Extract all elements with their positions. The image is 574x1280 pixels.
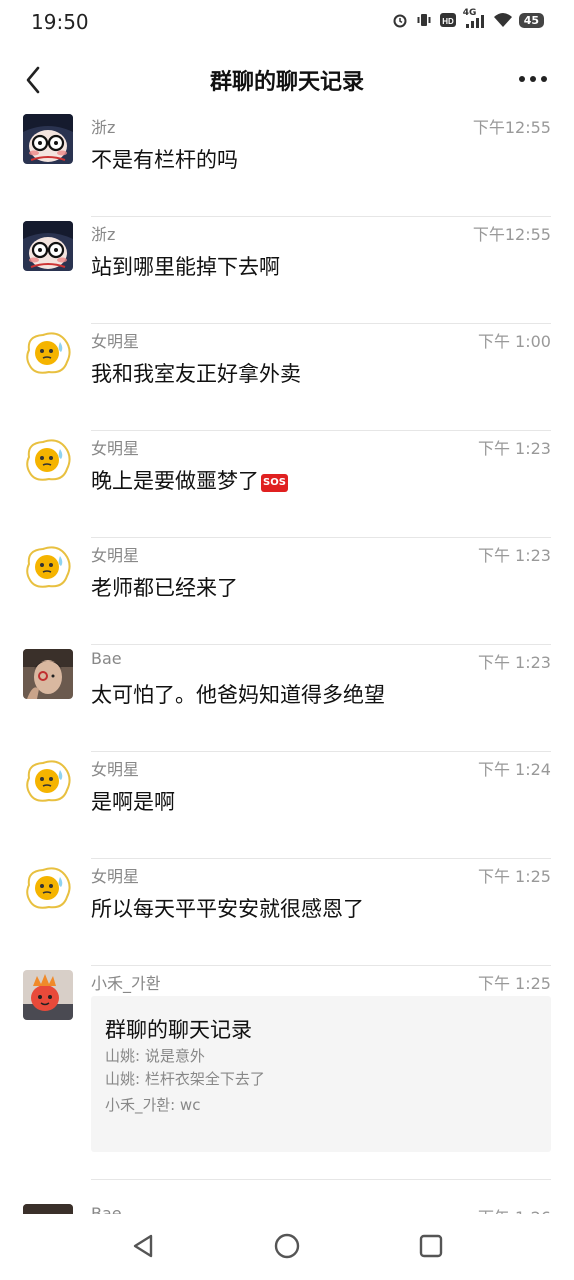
avatar-egg[interactable] — [23, 542, 73, 592]
message-text: 是啊是啊 — [91, 790, 175, 814]
circle-home-icon[interactable] — [271, 1230, 303, 1262]
avatar-anime-glasses[interactable] — [23, 221, 73, 271]
system-nav-bar — [0, 1214, 574, 1280]
header-bar: 群聊的聊天记录 — [0, 50, 574, 110]
sender-name: Bae — [91, 1204, 122, 1214]
message-time: 下午 1:23 — [477, 546, 551, 565]
sender-name: 女明星 — [91, 867, 140, 886]
message-time: 下午 1:23 — [477, 439, 551, 458]
avatar-egg[interactable] — [23, 863, 73, 913]
svg-text:HD: HD — [442, 17, 454, 26]
avatar-egg[interactable] — [23, 756, 73, 806]
triangle-back-icon[interactable] — [127, 1230, 159, 1262]
message-item[interactable]: Bae 下午 1:23 太可怕了。他爸妈知道得多绝望 — [0, 645, 574, 752]
avatar-egg[interactable] — [23, 328, 73, 378]
message-list[interactable]: 浙z 下午12:55 不是有栏杆的吗 浙z 下午12:55 站到哪里能掉下去啊 — [0, 110, 574, 1214]
message-text: 晚上是要做噩梦了 — [91, 469, 259, 493]
square-recents-icon[interactable] — [415, 1230, 447, 1262]
sender-name: 女明星 — [91, 760, 140, 779]
egg-sweat-avatar-icon — [23, 756, 73, 806]
hd-icon: HD — [439, 13, 456, 27]
status-bar: 19:50 HD 4G 45 — [0, 0, 574, 44]
chat-record-card[interactable]: 群聊的聊天记录 山姚: 说是意外 山姚: 栏杆衣架全下去了 小禾_가환: wc — [91, 996, 551, 1152]
vibrate-icon — [417, 14, 431, 26]
status-time: 19:50 — [31, 10, 89, 34]
wifi-icon — [493, 13, 512, 27]
message-text: 站到哪里能掉下去啊 — [91, 255, 280, 279]
chat-record-line: 山姚: 栏杆衣架全下去了 — [105, 1070, 265, 1088]
avatar-red-monster[interactable] — [23, 970, 73, 1020]
egg-sweat-avatar-icon — [23, 435, 73, 485]
anime-glasses-avatar-icon — [23, 221, 73, 271]
message-item[interactable]: 女明星 下午 1:23 晚上是要做噩梦了 SOS — [0, 431, 574, 538]
message-text: 所以每天平平安安就很感恩了 — [91, 897, 364, 921]
egg-sweat-avatar-icon — [23, 542, 73, 592]
sender-name: 女明星 — [91, 439, 140, 458]
sender-name: 小禾_가환 — [91, 974, 161, 993]
sender-name: 浙z — [91, 225, 116, 244]
avatar-photo[interactable] — [23, 1204, 73, 1214]
forwarded-message-item[interactable]: 小禾_가환 下午 1:25 群聊的聊天记录 山姚: 说是意外 山姚: 栏杆衣架全… — [0, 966, 574, 1180]
message-item[interactable]: 浙z 下午12:55 站到哪里能掉下去啊 — [0, 217, 574, 324]
red-monster-avatar-icon — [23, 970, 73, 1020]
message-time: 下午 1:24 — [477, 760, 551, 779]
message-time: 下午 1:00 — [477, 332, 551, 351]
sender-name: 浙z — [91, 118, 116, 137]
avatar-photo[interactable] — [23, 649, 73, 699]
battery-level: 45 — [523, 13, 539, 27]
message-time: 下午12:55 — [472, 225, 551, 244]
egg-sweat-avatar-icon — [23, 863, 73, 913]
avatar-anime-glasses[interactable] — [23, 114, 73, 164]
chat-record-line: 山姚: 说是意外 — [105, 1047, 205, 1065]
message-text: 老师都已经来了 — [91, 576, 238, 600]
message-item[interactable]: 女明星 下午 1:23 老师都已经来了 — [0, 538, 574, 645]
anime-glasses-avatar-icon — [23, 114, 73, 164]
avatar-egg[interactable] — [23, 435, 73, 485]
sender-name: 女明星 — [91, 332, 140, 351]
sender-name: Bae — [91, 649, 122, 668]
divider — [91, 1179, 551, 1180]
cell-signal-icon — [465, 15, 484, 28]
message-item[interactable]: 女明星 下午 1:00 我和我室友正好拿外卖 — [0, 324, 574, 431]
message-text-container: 晚上是要做噩梦了 SOS — [91, 465, 288, 495]
message-item-partial[interactable]: Bae 下午 1:26 — [0, 1200, 574, 1214]
signal-4g: 4G — [463, 8, 487, 29]
egg-sweat-avatar-icon — [23, 328, 73, 378]
message-time: 下午 1:23 — [477, 653, 551, 672]
sender-name: 女明星 — [91, 546, 140, 565]
sos-emoji-icon: SOS — [261, 474, 288, 492]
chat-record-line: 小禾_가환: wc — [105, 1096, 201, 1114]
message-item[interactable]: 女明星 下午 1:24 是啊是啊 — [0, 752, 574, 859]
message-time: 下午 1:26 — [478, 1204, 551, 1214]
message-time: 下午 1:25 — [477, 867, 551, 886]
message-text: 太可怕了。他爸妈知道得多绝望 — [91, 683, 385, 707]
message-text: 不是有栏杆的吗 — [91, 148, 238, 172]
chat-record-title: 群聊的聊天记录 — [105, 1018, 252, 1042]
status-icons: HD 4G 45 — [391, 8, 544, 29]
alarm-icon — [393, 14, 407, 28]
message-item[interactable]: 女明星 下午 1:25 所以每天平平安安就很感恩了 — [0, 859, 574, 966]
photo-avatar-icon — [23, 1204, 73, 1214]
message-time: 下午12:55 — [472, 118, 551, 137]
message-time: 下午 1:25 — [477, 974, 551, 993]
message-text: 我和我室友正好拿外卖 — [91, 362, 301, 386]
photo-avatar-icon — [23, 649, 73, 699]
message-item[interactable]: 浙z 下午12:55 不是有栏杆的吗 — [0, 110, 574, 217]
more-dots-icon[interactable] — [516, 62, 550, 96]
battery-indicator: 45 — [518, 12, 544, 28]
page-title: 群聊的聊天记录 — [209, 70, 364, 95]
